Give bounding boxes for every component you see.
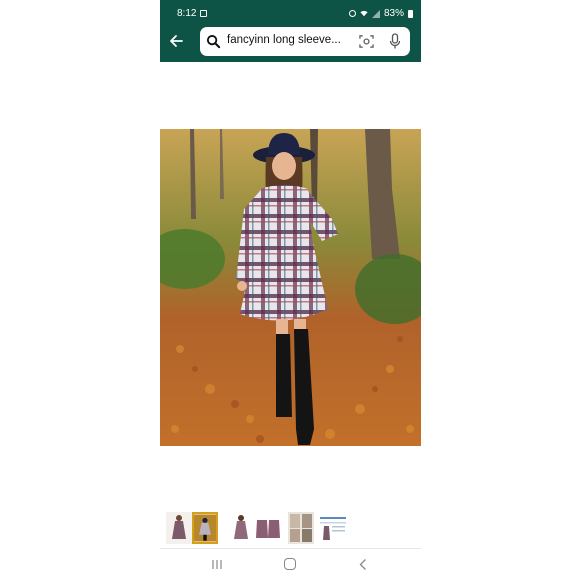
thumbnail-2-selected[interactable] [192,512,218,544]
signal-icon [371,9,380,18]
thumbnail-3[interactable] [228,512,254,544]
microphone-icon[interactable] [389,33,401,50]
recent-apps-icon[interactable] [211,559,223,570]
search-bar[interactable]: fancyinn long sleeve... [200,27,410,56]
camera-lens-icon[interactable] [359,34,374,49]
battery-icon [408,9,413,18]
system-nav-bar [160,548,421,580]
alarm-icon [348,10,356,17]
thumbnail-strip [160,512,421,546]
thumbnail-4[interactable] [255,512,281,544]
thumbnail-5[interactable] [288,512,314,544]
image-icon [200,10,207,17]
status-bar: 8:12 83% [160,0,421,26]
status-indicators: 83% [348,8,413,19]
app-header: 8:12 83% fancyinn long sleeve... [160,0,421,62]
home-icon[interactable] [284,558,296,570]
product-image[interactable] [160,129,421,446]
page: 8:12 83% fancyinn long sleeve... [0,0,580,580]
back-arrow-icon[interactable] [168,33,184,49]
search-icon [206,34,221,49]
nav-back-icon[interactable] [358,558,368,571]
thumbnail-1[interactable] [166,512,192,544]
search-input[interactable]: fancyinn long sleeve... [227,34,355,46]
product-photo-illustration [160,129,421,446]
phone-screen: 8:12 83% fancyinn long sleeve... [160,0,421,580]
battery-percent: 83% [383,8,404,19]
wifi-icon [360,10,368,17]
thumbnail-6[interactable] [318,512,348,544]
status-time: 8:12 [177,8,197,19]
